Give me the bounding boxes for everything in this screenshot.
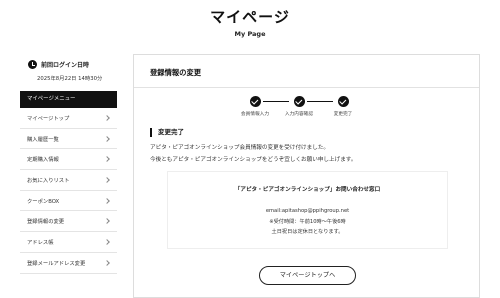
last-login-title: 前回ログイン日時 bbox=[41, 62, 90, 69]
page-subtitle: My Page bbox=[234, 30, 266, 38]
main-title: 登録情報の変更 bbox=[150, 68, 202, 77]
sidebar-item-label: お気に入りリスト bbox=[27, 177, 70, 184]
step-2-label: 入力内容確認 bbox=[284, 112, 314, 117]
chevron-right-icon bbox=[104, 239, 110, 245]
contact-hours: ※受付時間：午前10時〜午後6時 bbox=[269, 219, 346, 225]
chevron-right-icon bbox=[104, 259, 110, 266]
sidebar-item-mypage-top[interactable]: マイページトップ bbox=[20, 108, 117, 129]
contact-email: email:apitashop@ppihgroup.net bbox=[265, 208, 350, 214]
last-login-box: 前回ログイン日時 2025年8月22日 14時30分 bbox=[20, 52, 117, 88]
contact-title: 「アピタ・ピアゴオンラインショップ」お問い合わせ窓口 bbox=[234, 187, 381, 193]
sidebar-item-label: クーポンBOX bbox=[27, 198, 60, 205]
chevron-right-icon bbox=[104, 197, 110, 204]
step-connector bbox=[307, 101, 333, 102]
chevron-right-icon bbox=[104, 135, 110, 142]
sidebar-item-label: マイページトップ bbox=[27, 115, 70, 122]
step-3-label: 変更完了 bbox=[333, 112, 353, 117]
contact-box: 「アピタ・ピアゴオンラインショップ」お問い合わせ窓口 email:apitash… bbox=[167, 171, 448, 249]
main-panel: 登録情報の変更 会員情報入力 入力内容確認 変更完了 変更完了 アピタ・ピアゴオ… bbox=[133, 54, 480, 298]
mypage-top-button[interactable]: マイページトップへ bbox=[259, 266, 356, 285]
step-2-check-icon bbox=[294, 96, 305, 107]
divider bbox=[134, 87, 479, 88]
sidebar-item-edit-profile[interactable]: 登録情報の変更 bbox=[20, 211, 117, 233]
chevron-right-icon bbox=[104, 156, 110, 163]
sidebar-item-order-history[interactable]: 購入履歴一覧 bbox=[20, 129, 117, 150]
last-login-heading: 前回ログイン日時 bbox=[28, 60, 89, 69]
sidebar-item-coupon-box[interactable]: クーポンBOX bbox=[20, 191, 117, 212]
sidebar-item-label: 購入履歴一覧 bbox=[27, 136, 59, 143]
sidebar-item-address-book[interactable]: アドレス帳 bbox=[20, 232, 117, 253]
progress-steps: 会員情報入力 入力内容確認 変更完了 bbox=[230, 96, 380, 120]
sidebar-menu: マイページトップ 購入履歴一覧 定期購入情報 お気に入りリスト クーポンBOX … bbox=[20, 108, 117, 274]
clock-icon bbox=[28, 60, 37, 69]
chevron-right-icon bbox=[104, 218, 110, 225]
step-1-check-icon bbox=[250, 96, 261, 107]
chevron-right-icon bbox=[104, 115, 110, 121]
completion-message-line1: アピタ・ピアゴオンラインショップ会員情報の変更を受け付けました。 bbox=[150, 145, 330, 151]
step-connector bbox=[263, 101, 289, 102]
sidebar-item-label: アドレス帳 bbox=[27, 239, 54, 246]
completion-message-line2: 今後ともアピタ・ピアゴオンラインショップをどうぞ宜しくお願い申し上げます。 bbox=[150, 157, 357, 163]
step-1-label: 会員情報入力 bbox=[240, 112, 270, 117]
page-title: マイページ bbox=[210, 8, 290, 26]
sidebar-item-subscription[interactable]: 定期購入情報 bbox=[20, 149, 117, 171]
sidebar-item-label: 定期購入情報 bbox=[27, 157, 59, 164]
last-login-time: 2025年8月22日 14時30分 bbox=[37, 76, 103, 82]
sidebar-item-label: 登録メールアドレス変更 bbox=[27, 260, 86, 267]
contact-closed: 土日祝日は定休日となります。 bbox=[271, 229, 344, 235]
sidebar-item-change-email[interactable]: 登録メールアドレス変更 bbox=[20, 253, 117, 274]
sidebar-item-label: 登録情報の変更 bbox=[27, 219, 65, 226]
step-3-check-icon bbox=[338, 96, 349, 107]
section-heading: 変更完了 bbox=[150, 128, 184, 137]
chevron-right-icon bbox=[104, 177, 110, 183]
menu-header: マイページメニュー bbox=[20, 91, 117, 108]
sidebar-item-favorites[interactable]: お気に入りリスト bbox=[20, 170, 117, 191]
